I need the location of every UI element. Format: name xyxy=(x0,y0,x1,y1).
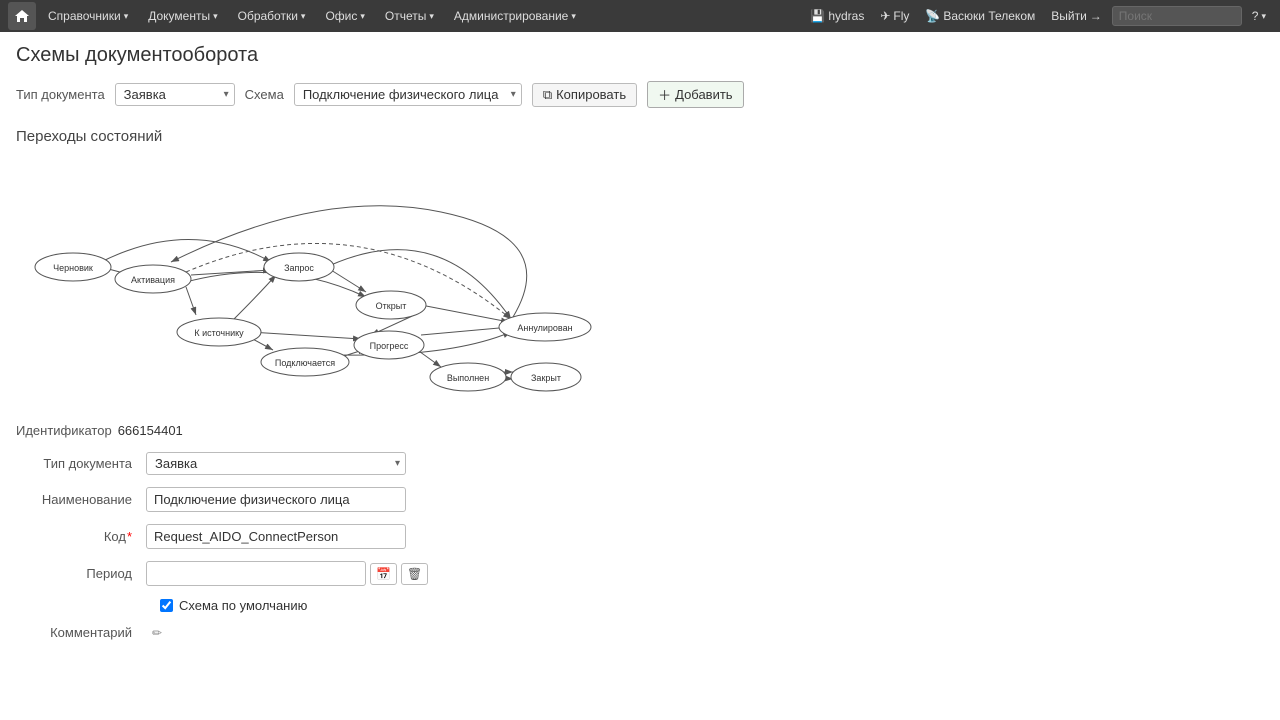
default-schema-label: Схема по умолчанию xyxy=(179,598,307,613)
help-icon: ? xyxy=(1252,9,1259,23)
period-label: Период xyxy=(16,566,146,581)
schema-select[interactable]: Подключение физического лица xyxy=(294,83,522,106)
code-row: Код xyxy=(16,524,1264,549)
calendar-icon: 📅 xyxy=(376,567,391,581)
name-input[interactable] xyxy=(146,487,406,512)
copy-button[interactable]: ⧉ Копировать xyxy=(532,83,637,107)
svg-text:К источнику: К источнику xyxy=(194,328,244,338)
default-schema-checkbox[interactable] xyxy=(160,599,173,612)
form-doc-type-label: Тип документа xyxy=(16,456,146,471)
id-label: Идентификатор xyxy=(16,423,112,438)
chevron-down-icon: ▾ xyxy=(124,11,129,22)
svg-text:Выполнен: Выполнен xyxy=(447,373,489,383)
diagram-area: Черновик Активация Запрос Открыт К источ… xyxy=(16,157,616,407)
database-icon: 💾 xyxy=(810,9,825,23)
id-row: Идентификатор 666154401 xyxy=(16,423,1264,438)
help-button[interactable]: ? ▾ xyxy=(1246,0,1272,32)
name-row: Наименование xyxy=(16,487,1264,512)
comment-label: Комментарий xyxy=(16,625,146,640)
doc-type-row: Тип документа Заявка ▾ xyxy=(16,452,1264,475)
svg-text:Аннулирован: Аннулирован xyxy=(517,323,572,333)
nav-item-documents[interactable]: Документы ▾ xyxy=(140,0,225,32)
navbar: Справочники ▾ Документы ▾ Обработки ▾ Оф… xyxy=(0,0,1280,32)
page-content: Схемы документооборота Тип документа Зая… xyxy=(0,32,1280,664)
period-input[interactable] xyxy=(146,561,366,586)
nav-fly[interactable]: ✈ Fly xyxy=(874,0,915,32)
search-input[interactable] xyxy=(1112,6,1242,26)
plus-icon: ＋ xyxy=(658,85,671,104)
plane-icon: ✈ xyxy=(880,9,890,23)
schema-label: Схема xyxy=(245,87,284,102)
chevron-down-icon: ▾ xyxy=(360,11,365,22)
nav-item-processing[interactable]: Обработки ▾ xyxy=(230,0,314,32)
page-title: Схемы документооборота xyxy=(16,44,1264,67)
calendar-button[interactable]: 📅 xyxy=(370,563,397,585)
svg-text:Подключается: Подключается xyxy=(275,358,335,368)
add-button[interactable]: ＋ Добавить xyxy=(647,81,743,108)
id-value: 666154401 xyxy=(118,423,183,438)
home-button[interactable] xyxy=(8,2,36,30)
nav-item-reports[interactable]: Отчеты ▾ xyxy=(377,0,442,32)
comment-row: Комментарий ✏ xyxy=(16,625,1264,640)
logout-button[interactable]: Выйти → xyxy=(1045,0,1108,32)
edit-icon[interactable]: ✏ xyxy=(152,626,162,640)
chevron-down-icon: ▾ xyxy=(1261,11,1266,22)
doc-type-select[interactable]: Заявка xyxy=(115,83,235,106)
toolbar: Тип документа Заявка ▾ Схема Подключение… xyxy=(16,81,1264,108)
chevron-down-icon: ▾ xyxy=(301,11,306,22)
code-label: Код xyxy=(16,529,146,544)
transitions-section: Переходы состояний xyxy=(16,128,1264,640)
period-row: Период 📅 🗑 xyxy=(16,561,1264,586)
svg-text:Открыт: Открыт xyxy=(376,301,407,311)
chevron-down-icon: ▾ xyxy=(571,11,576,22)
clear-period-button[interactable]: 🗑 xyxy=(401,563,428,585)
doc-type-select-wrap: Заявка ▾ xyxy=(115,83,235,106)
nav-item-admin[interactable]: Администрирование ▾ xyxy=(446,0,584,32)
nav-hydras[interactable]: 💾 hydras xyxy=(804,0,870,32)
copy-icon: ⧉ xyxy=(543,87,552,103)
period-wrap: 📅 🗑 xyxy=(146,561,428,586)
svg-text:Черновик: Черновик xyxy=(53,263,93,273)
state-diagram: Черновик Активация Запрос Открыт К источ… xyxy=(16,157,616,407)
signal-icon: 📡 xyxy=(925,9,940,23)
svg-text:Прогресс: Прогресс xyxy=(370,341,409,351)
trash-icon: 🗑 xyxy=(407,567,422,581)
chevron-down-icon: ▾ xyxy=(213,11,218,22)
svg-text:Запрос: Запрос xyxy=(284,263,314,273)
doc-type-label: Тип документа xyxy=(16,87,105,102)
name-label: Наименование xyxy=(16,492,146,507)
section-title: Переходы состояний xyxy=(16,128,1264,145)
svg-text:Активация: Активация xyxy=(131,275,175,285)
code-input[interactable] xyxy=(146,524,406,549)
form-doc-type-select-wrap: Заявка ▾ xyxy=(146,452,406,475)
nav-telecom[interactable]: 📡 Васюки Телеком xyxy=(919,0,1041,32)
logout-icon: → xyxy=(1090,9,1102,23)
nav-item-references[interactable]: Справочники ▾ xyxy=(40,0,136,32)
svg-text:Закрыт: Закрыт xyxy=(531,373,561,383)
form-doc-type-select[interactable]: Заявка xyxy=(146,452,406,475)
nav-item-office[interactable]: Офис ▾ xyxy=(317,0,372,32)
schema-select-wrap: Подключение физического лица ▾ xyxy=(294,83,522,106)
chevron-down-icon: ▾ xyxy=(429,11,434,22)
default-schema-row: Схема по умолчанию xyxy=(160,598,1264,613)
